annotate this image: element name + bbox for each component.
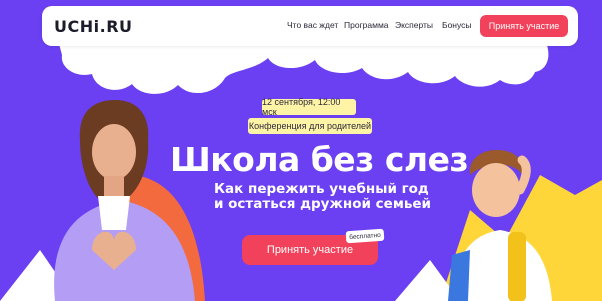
hero-subtitle-line-1: Как пережить учебный год <box>214 181 429 197</box>
nav-link-bonuses[interactable]: Бонусы <box>442 20 472 30</box>
nav-link-experts[interactable]: Эксперты <box>395 20 433 30</box>
hero-subtitle-line-2: и остаться дружной семьей <box>214 196 432 212</box>
event-date-badge: 12 сентября, 12:00 мск <box>262 97 356 117</box>
uchi-logo[interactable]: UCHi.RU <box>54 17 133 36</box>
nav-link-what-awaits[interactable]: Что вас ждет <box>287 20 338 30</box>
top-header: UCHi.RU Что вас ждет Программа Эксперты … <box>42 6 578 46</box>
nav-link-program[interactable]: Программа <box>344 20 389 30</box>
landing-page: UCHi.RU Что вас ждет Программа Эксперты … <box>0 0 602 301</box>
hero-title: Школа без слез <box>170 140 469 179</box>
header-join-button[interactable]: Принять участие <box>480 15 568 37</box>
hero-subtitle: Как пережить учебный год и остаться друж… <box>214 182 434 212</box>
event-type-badge: Конференция для родителей <box>248 118 372 134</box>
